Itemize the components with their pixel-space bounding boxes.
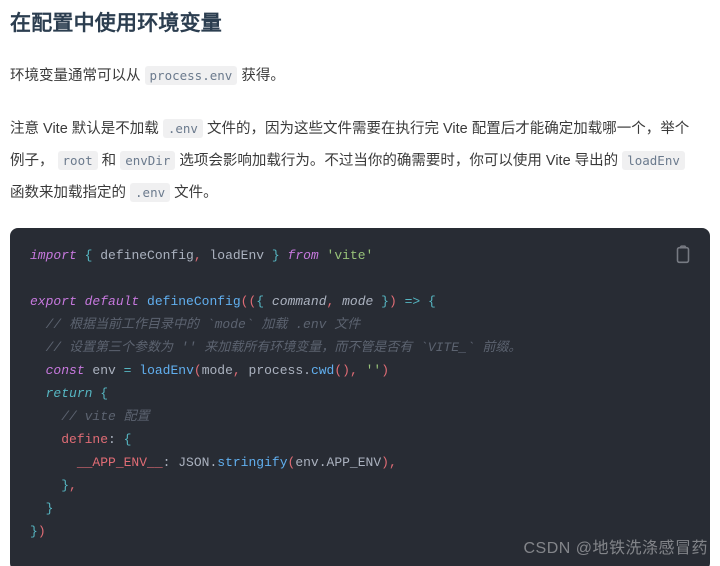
paragraph-intro: 环境变量通常可以从 process.env 获得。 xyxy=(0,38,720,92)
code-token: defineConfig xyxy=(92,248,194,263)
article-page: 在配置中使用环境变量 环境变量通常可以从 process.env 获得。 注意 … xyxy=(0,0,720,566)
inline-code-env-2: .env xyxy=(130,183,171,202)
code-token: return xyxy=(45,386,93,401)
code-token: process xyxy=(240,363,304,378)
inline-code-process-env: process.env xyxy=(144,66,238,85)
code-token: export xyxy=(30,294,77,309)
code-token: : xyxy=(108,432,116,447)
code-token: loadEnv xyxy=(139,363,194,378)
code-token: } xyxy=(271,248,280,263)
code-token: env xyxy=(84,363,124,378)
note-seg-5: 函数来加载指定的 xyxy=(10,185,126,201)
code-token: // vite 配置 xyxy=(30,409,150,424)
paragraph-note: 注意 Vite 默认是不加载 .env 文件的，因为这些文件需要在执行完 Vit… xyxy=(0,92,720,209)
code-token: . xyxy=(303,363,311,378)
code-token: => { xyxy=(396,294,436,309)
paragraph-intro-text-before: 环境变量通常可以从 xyxy=(10,68,141,84)
code-token: , xyxy=(193,248,202,263)
code-token: ) xyxy=(388,294,397,309)
code-token: , xyxy=(232,363,241,378)
code-token: __APP_ENV__ xyxy=(76,455,163,470)
code-token: loadEnv xyxy=(201,248,272,263)
code-token: env xyxy=(295,455,319,470)
code-token: APP_ENV xyxy=(326,455,382,470)
inline-code-env-1: .env xyxy=(162,119,203,138)
code-token: } xyxy=(61,478,70,493)
code-token: defineConfig xyxy=(147,294,241,309)
code-token: { xyxy=(100,386,109,401)
code-token: ) xyxy=(37,524,46,539)
note-seg-6: 文件。 xyxy=(174,185,218,201)
code-token: } xyxy=(381,294,389,309)
page-title: 在配置中使用环境变量 xyxy=(10,12,222,35)
code-token: '' xyxy=(365,363,382,378)
code-token: cwd xyxy=(310,363,335,378)
code-token: default xyxy=(84,294,140,309)
code-token: const xyxy=(45,363,85,378)
code-token: ) xyxy=(381,455,389,470)
code-token: // 设置第三个参数为 '' 来加载所有环境变量，而不管是否有 `VITE_` … xyxy=(30,340,522,355)
code-block: import { defineConfig, loadEnv } from 'v… xyxy=(10,228,710,566)
code-token: ( xyxy=(193,363,202,378)
code-token: 'vite' xyxy=(326,248,374,263)
code-token: , xyxy=(349,363,358,378)
code-token: , xyxy=(69,478,77,493)
inline-code-root: root xyxy=(57,151,98,170)
code-token: JSON xyxy=(170,455,210,470)
note-seg-1: 注意 Vite 默认是不加载 xyxy=(10,121,159,137)
code-token: command xyxy=(264,294,327,309)
code-content: import { defineConfig, loadEnv } from 'v… xyxy=(30,244,690,543)
code-token: . xyxy=(318,455,327,470)
code-token: ) xyxy=(381,363,390,378)
code-token: mode xyxy=(334,294,382,309)
code-source: import { defineConfig, loadEnv } from 'v… xyxy=(30,248,521,539)
code-token: } xyxy=(30,524,38,539)
inline-code-loadenv: loadEnv xyxy=(622,151,685,170)
code-token: (( xyxy=(240,294,257,309)
paragraph-intro-text-after: 获得。 xyxy=(241,68,285,84)
inline-code-envdir: envDir xyxy=(120,151,176,170)
code-token: from xyxy=(287,248,319,263)
code-token: import xyxy=(30,248,77,263)
code-token: { xyxy=(123,432,132,447)
clipboard-icon[interactable] xyxy=(672,244,694,266)
note-seg-3: 和 xyxy=(101,153,117,169)
code-token: , xyxy=(388,455,397,470)
code-token: () xyxy=(334,363,350,378)
code-token: stringify xyxy=(217,455,288,470)
code-token: define xyxy=(61,432,109,447)
code-token: { xyxy=(256,294,265,309)
code-token: mode xyxy=(201,363,233,378)
note-seg-4: 选项会影响加载行为。不过当你的确需要时，你可以使用 Vite 导出的 xyxy=(179,153,619,169)
code-token: } xyxy=(45,501,54,516)
code-token: // 根据当前工作目录中的 `mode` 加载 .env 文件 xyxy=(30,317,361,332)
